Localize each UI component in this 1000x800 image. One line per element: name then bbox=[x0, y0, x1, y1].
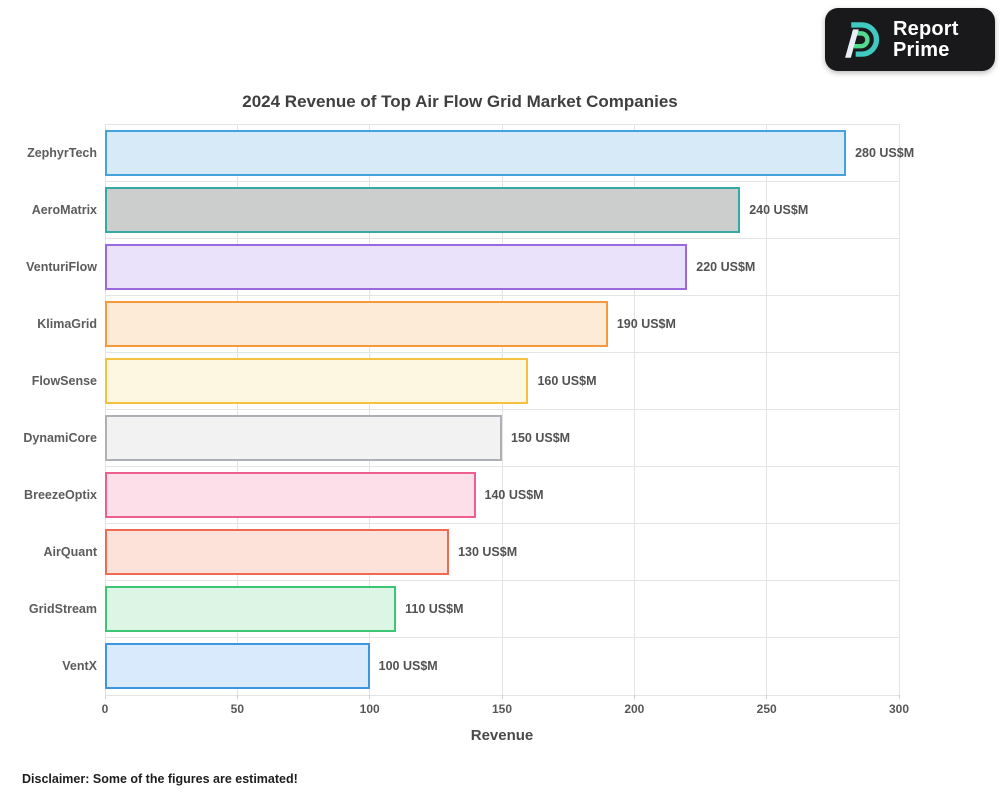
x-tick-mark bbox=[104, 695, 106, 699]
y-axis-label: GridStream bbox=[28, 602, 97, 617]
bar-value-label: 280 US$M bbox=[855, 145, 915, 160]
bar-value-label: 100 US$M bbox=[378, 659, 438, 674]
x-tick-mark bbox=[369, 695, 371, 699]
x-tick-label: 100 bbox=[359, 702, 380, 716]
bar-value-label: 160 US$M bbox=[537, 373, 597, 388]
bar bbox=[105, 472, 476, 519]
chart-title: 2024 Revenue of Top Air Flow Grid Market… bbox=[242, 92, 678, 111]
x-tick-label: 50 bbox=[230, 702, 245, 716]
bar bbox=[105, 186, 741, 233]
y-axis-label: KlimaGrid bbox=[37, 316, 97, 331]
y-axis-label: AirQuant bbox=[43, 545, 97, 560]
y-axis-label: FlowSense bbox=[31, 373, 97, 388]
bar bbox=[105, 529, 450, 576]
bar bbox=[105, 415, 502, 462]
bar-value-label: 110 US$M bbox=[405, 602, 464, 617]
bar bbox=[105, 243, 688, 290]
x-tick-mark bbox=[236, 695, 238, 699]
x-tick-mark bbox=[501, 695, 503, 699]
report-prime-logo: Report Prime bbox=[825, 8, 995, 71]
x-axis-title: Revenue bbox=[470, 727, 534, 744]
logo-line-1: Report bbox=[893, 17, 959, 40]
x-tick-mark bbox=[766, 695, 768, 699]
bar-value-label: 140 US$M bbox=[484, 488, 544, 503]
bar bbox=[105, 643, 370, 690]
bar-value-label: 240 US$M bbox=[749, 202, 809, 217]
x-tick-label: 0 bbox=[101, 702, 109, 716]
grid-line-vertical bbox=[898, 124, 900, 695]
logo-line-2: Prime bbox=[893, 38, 950, 61]
bar-value-label: 220 US$M bbox=[696, 259, 756, 274]
y-axis-label: ZephyrTech bbox=[27, 145, 97, 160]
bar-value-label: 190 US$M bbox=[616, 316, 676, 331]
y-axis-label: VentX bbox=[62, 659, 97, 674]
x-tick-mark bbox=[633, 695, 635, 699]
report-prime-logo-text: Report Prime bbox=[893, 17, 959, 61]
bar-value-label: 130 US$M bbox=[458, 545, 518, 560]
y-axis-label: BreezeOptix bbox=[24, 488, 97, 503]
x-tick-label: 300 bbox=[888, 702, 910, 716]
report-prime-logo-mark bbox=[845, 21, 880, 58]
bar-value-label: 150 US$M bbox=[511, 431, 571, 446]
bar bbox=[105, 357, 529, 404]
y-axis-label: VenturiFlow bbox=[26, 259, 97, 274]
y-axis-label: AeroMatrix bbox=[31, 202, 97, 217]
plot-area: 280 US$M 240 US$M 220 US$M 190 US$M 160 US$M… bbox=[104, 123, 914, 696]
disclaimer-text: Disclaimer: Some of the figures are esti… bbox=[22, 772, 298, 786]
x-tick-label: 150 bbox=[491, 702, 513, 716]
bar bbox=[105, 586, 397, 633]
x-tick-label: 250 bbox=[756, 702, 777, 716]
x-tick-mark bbox=[898, 695, 900, 699]
y-axis-label: DynamiCore bbox=[23, 431, 97, 446]
bar bbox=[105, 300, 608, 347]
report-chart-page: Report Prime 2024 Revenue of Top Air Flo… bbox=[0, 0, 1000, 800]
x-tick-label: 200 bbox=[624, 702, 645, 716]
bar bbox=[105, 129, 847, 176]
